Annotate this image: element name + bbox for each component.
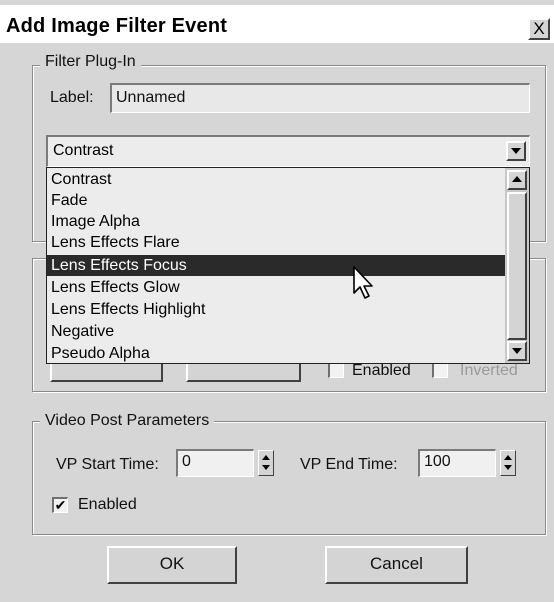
vp-end-spinner[interactable] [500, 450, 516, 476]
chevron-down-icon [511, 148, 521, 154]
label-field[interactable]: Unnamed [110, 83, 530, 113]
ok-button[interactable]: OK [107, 546, 237, 584]
list-item-negative[interactable]: Negative [47, 321, 505, 342]
close-icon: X [533, 19, 545, 38]
scroll-up-button[interactable] [507, 170, 527, 190]
mask-enabled-label: Enabled [352, 362, 411, 379]
scrollbar-thumb[interactable] [507, 192, 527, 340]
video-post-group-label: Video Post Parameters [40, 412, 215, 430]
vp-end-input[interactable]: 100 [418, 449, 496, 477]
cancel-button[interactable]: Cancel [325, 546, 468, 584]
mask-enabled-checkbox[interactable] [328, 362, 344, 378]
spin-down-icon [262, 465, 270, 470]
filter-plugin-group-label: Filter Plug-In [40, 53, 141, 71]
filter-plugin-dropdown[interactable]: Contrast [46, 135, 530, 167]
spin-up-icon [262, 455, 270, 460]
vp-start-spinner[interactable] [258, 450, 274, 476]
chevron-down-icon [512, 348, 522, 354]
vp-end-label: VP End Time: [300, 456, 398, 473]
mouse-pointer-icon [353, 266, 373, 299]
list-item-contrast[interactable]: Contrast [47, 169, 505, 190]
list-item-fade[interactable]: Fade [47, 190, 505, 211]
mask-inverted-label: Inverted [460, 362, 518, 379]
vp-start-input[interactable]: 0 [176, 449, 254, 477]
list-item-lens-effects-focus[interactable]: Lens Effects Focus [47, 255, 505, 276]
list-item-lens-effects-highlight[interactable]: Lens Effects Highlight [47, 299, 505, 320]
title-bar: Add Image Filter Event X [0, 5, 554, 43]
dialog-title: Add Image Filter Event [6, 15, 228, 37]
video-post-group [32, 421, 546, 535]
vp-start-label: VP Start Time: [56, 456, 159, 473]
dropdown-arrow-button[interactable] [506, 141, 526, 161]
spin-up-icon [504, 455, 512, 460]
list-item-lens-effects-glow[interactable]: Lens Effects Glow [47, 277, 505, 298]
check-icon: ✔ [54, 497, 67, 513]
add-image-filter-event-dialog: Add Image Filter Event X Filter Plug-In … [0, 0, 554, 602]
vp-enabled-label: Enabled [78, 496, 137, 513]
spin-down-icon [504, 465, 512, 470]
close-button[interactable]: X [528, 18, 550, 40]
mask-inverted-checkbox[interactable] [432, 362, 448, 378]
list-item-lens-effects-flare[interactable]: Lens Effects Flare [47, 232, 505, 253]
scroll-down-button[interactable] [507, 341, 527, 361]
label-caption: Label: [50, 89, 94, 106]
list-item-image-alpha[interactable]: Image Alpha [47, 211, 505, 232]
list-item-pseudo-alpha[interactable]: Pseudo Alpha [47, 343, 505, 363]
filter-plugin-list[interactable]: Contrast Fade Image Alpha Lens Effects F… [46, 167, 530, 364]
vp-enabled-checkbox[interactable]: ✔ [52, 497, 68, 513]
filter-plugin-selected: Contrast [53, 142, 114, 159]
chevron-up-icon [512, 176, 522, 182]
list-scrollbar[interactable] [505, 168, 529, 363]
